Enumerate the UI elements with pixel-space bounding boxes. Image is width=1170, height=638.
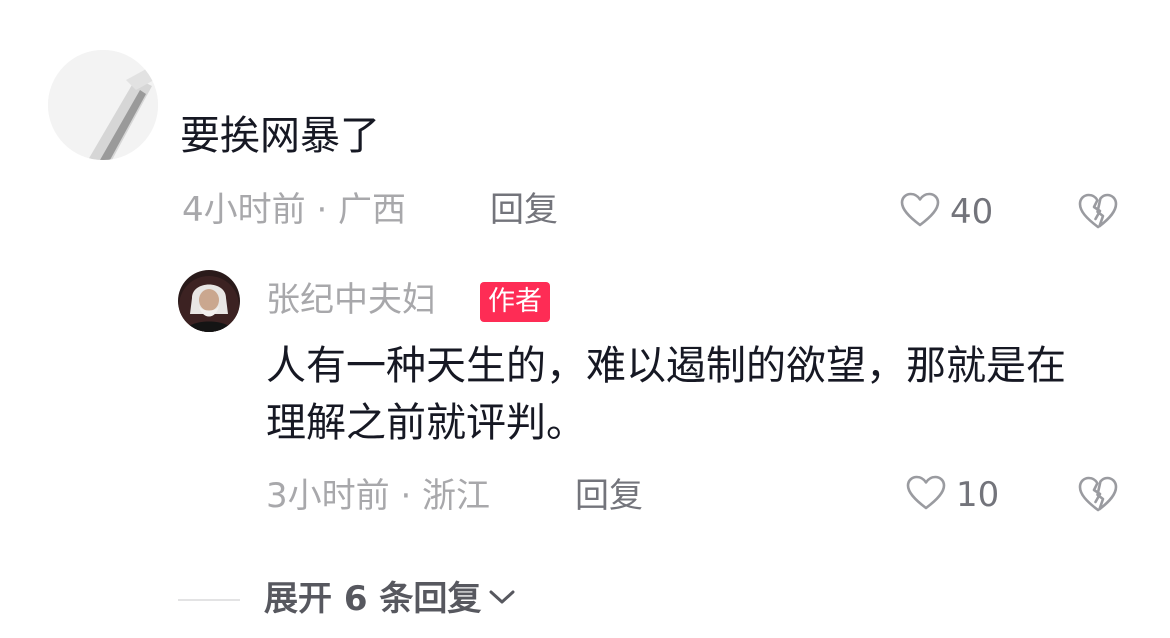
author-name[interactable]: 张纪中夫妇 xyxy=(266,278,436,322)
comment-meta: 4小时前 · 广西 xyxy=(182,190,407,230)
like-count: 40 xyxy=(950,192,994,232)
broken-heart-icon xyxy=(1078,476,1118,517)
like-button[interactable]: 40 xyxy=(900,192,993,232)
expand-divider xyxy=(178,599,240,601)
reply-text: 人有一种天生的，难以遏制的欲望，那就是在理解之前就评判。 xyxy=(266,343,1066,446)
dislike-button[interactable] xyxy=(1078,192,1118,232)
like-button[interactable]: 10 xyxy=(906,475,999,515)
reply-meta: 3小时前 · 浙江 xyxy=(266,476,491,516)
like-count: 10 xyxy=(956,475,1000,515)
author-badge: 作者 xyxy=(480,282,550,322)
dislike-button[interactable] xyxy=(1078,475,1118,515)
expand-replies-button[interactable]: 展开 6 条回复 xyxy=(264,576,517,622)
heart-outline-icon xyxy=(906,475,946,515)
reply-button[interactable]: 回复 xyxy=(575,474,643,518)
heart-outline-icon xyxy=(900,192,940,232)
expand-replies-label: 展开 6 条回复 xyxy=(264,579,482,619)
author-avatar[interactable] xyxy=(178,270,240,332)
reply-button[interactable]: 回复 xyxy=(490,188,558,232)
comment-text: 要挨网暴了 xyxy=(180,113,380,159)
chevron-down-icon xyxy=(487,587,517,611)
commenter-avatar[interactable] xyxy=(48,50,158,160)
broken-heart-icon xyxy=(1078,193,1118,234)
